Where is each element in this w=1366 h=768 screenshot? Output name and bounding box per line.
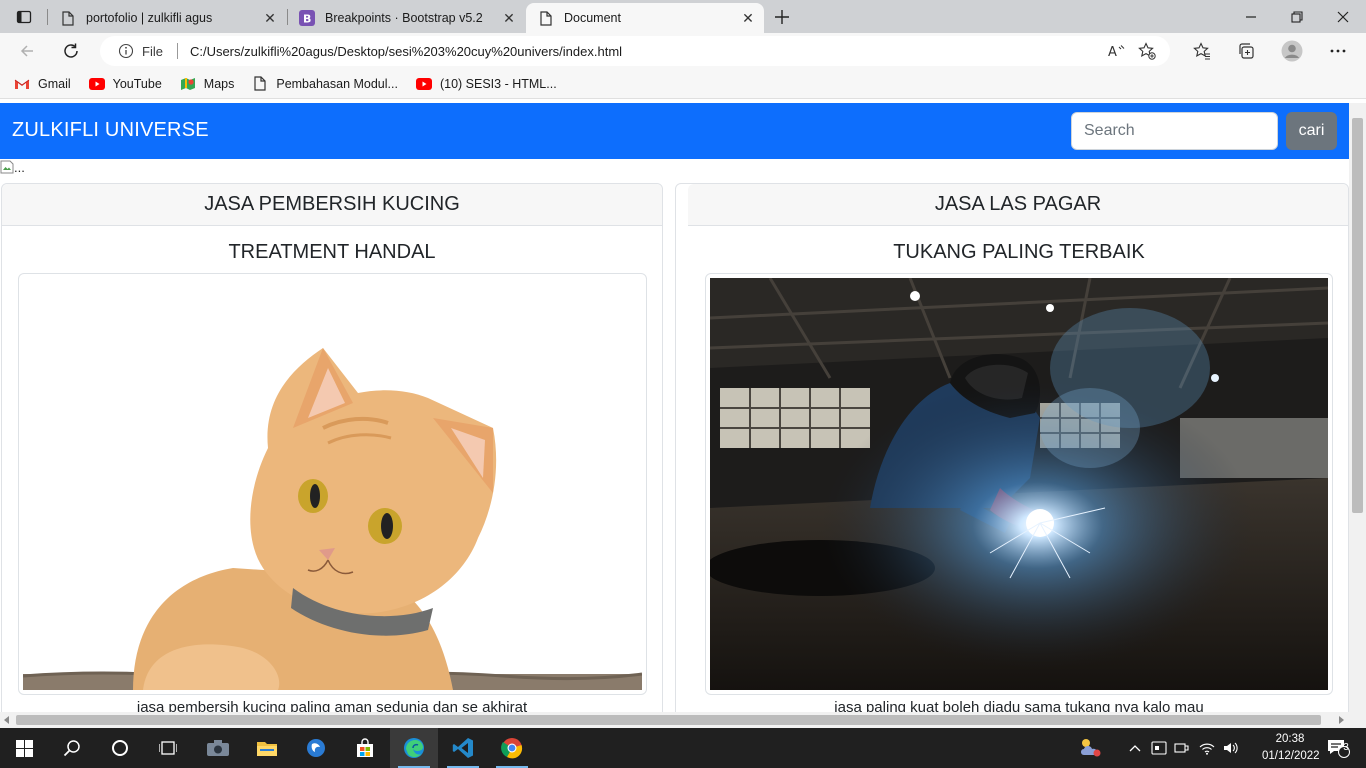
- tab-portofolio[interactable]: portofolio | zulkifli agus ✕: [48, 3, 286, 33]
- microsoft-store-icon[interactable]: [341, 728, 389, 768]
- page-icon: [538, 10, 554, 26]
- bookmark-label: Maps: [203, 76, 235, 91]
- vscode-icon[interactable]: [439, 728, 487, 768]
- notification-count: 3: [1343, 742, 1349, 753]
- back-icon[interactable]: [12, 37, 42, 65]
- youtube-icon: [415, 76, 432, 92]
- info-icon[interactable]: [118, 43, 134, 59]
- broken-image-alt: ...: [14, 160, 25, 175]
- close-tab-icon[interactable]: ✕: [258, 6, 282, 30]
- page-icon: [60, 10, 76, 26]
- scrollbar-thumb[interactable]: [16, 715, 1321, 725]
- card-text: jasa paling kuat boleh diadu sama tukang…: [834, 699, 1204, 712]
- restore-icon[interactable]: [1274, 0, 1320, 33]
- scroll-left-icon[interactable]: [4, 716, 10, 724]
- start-icon[interactable]: [0, 728, 48, 768]
- card-header: JASA PEMBERSIH KUCING: [2, 184, 662, 226]
- add-favorite-icon[interactable]: [1132, 37, 1162, 65]
- horizontal-scrollbar[interactable]: [0, 712, 1349, 728]
- read-aloud-icon[interactable]: A: [1102, 37, 1132, 65]
- bookmark-label: YouTube: [112, 76, 162, 91]
- browser-tab-bar: portofolio | zulkifli agus ✕ B Breakpoin…: [0, 0, 1366, 33]
- navbar-brand[interactable]: ZULKIFLI UNIVERSE: [12, 119, 209, 142]
- chrome-icon[interactable]: [488, 728, 536, 768]
- tab-document[interactable]: Document ✕: [526, 3, 764, 33]
- clock-date: 01/12/2022: [1262, 750, 1320, 762]
- bookmark-pembahasan[interactable]: Pembahasan Modul...: [252, 76, 398, 92]
- cortana-icon[interactable]: [96, 728, 144, 768]
- minimize-icon[interactable]: [1228, 0, 1274, 33]
- card-title: TREATMENT HANDAL: [228, 241, 436, 263]
- volume-icon[interactable]: [1220, 728, 1242, 768]
- search-button[interactable]: cari: [1286, 112, 1337, 150]
- broken-image: ...: [0, 160, 25, 175]
- search-icon[interactable]: [48, 728, 96, 768]
- gmail-icon: [14, 76, 30, 92]
- close-tab-icon[interactable]: ✕: [497, 6, 521, 30]
- more-menu-icon[interactable]: [1322, 37, 1354, 65]
- bookmark-maps[interactable]: Maps: [180, 76, 235, 92]
- bookmark-label: (10) SESI3 - HTML...: [439, 76, 557, 91]
- vertical-scrollbar[interactable]: [1349, 103, 1366, 712]
- service-card-cat: JASA PEMBERSIH KUCING TREATMENT HANDAL j…: [1, 183, 663, 712]
- notification-center-icon[interactable]: 3: [1318, 728, 1358, 768]
- tab-bootstrap[interactable]: B Breakpoints · Bootstrap v5.2 ✕: [287, 3, 525, 33]
- collections-icon[interactable]: [1230, 37, 1262, 65]
- close-window-icon[interactable]: [1320, 0, 1366, 33]
- clock-time: 20:38: [1275, 733, 1305, 745]
- hardware-tray-icon[interactable]: [1149, 728, 1169, 768]
- battery-icon[interactable]: [1172, 728, 1192, 768]
- file-explorer-icon[interactable]: [243, 728, 291, 768]
- bookmark-gmail[interactable]: Gmail: [14, 76, 71, 92]
- search-input[interactable]: [1071, 112, 1278, 150]
- tab-actions-icon[interactable]: [8, 4, 40, 29]
- bookmark-label: Gmail: [38, 76, 71, 91]
- welder-photo: [705, 273, 1333, 695]
- svg-text:A: A: [1108, 45, 1117, 59]
- profile-avatar-icon[interactable]: [1276, 37, 1308, 65]
- svg-text:B: B: [303, 13, 311, 26]
- maps-icon: [180, 76, 196, 92]
- service-card-welding: JASA LAS PAGAR TUKANG PALING TERBAIK jas…: [675, 183, 1349, 712]
- scroll-right-icon[interactable]: [1338, 716, 1344, 724]
- card-header: JASA LAS PAGAR: [688, 184, 1348, 226]
- tab-title: Document: [564, 11, 621, 25]
- tab-title: Breakpoints · Bootstrap v5.2: [325, 11, 483, 25]
- page-icon: [252, 76, 268, 92]
- orange-cat-photo: [18, 273, 647, 695]
- windows-taskbar: 20:38 01/12/2022 3: [0, 728, 1366, 768]
- address-toolbar: File C:/Users/zulkifli%20agus/Desktop/se…: [0, 33, 1366, 69]
- page-viewport: ZULKIFLI UNIVERSE cari ... JASA PEMBERSI…: [0, 103, 1349, 712]
- new-tab-icon[interactable]: [768, 4, 796, 29]
- site-navbar: ZULKIFLI UNIVERSE cari: [0, 103, 1349, 159]
- weather-icon[interactable]: [1075, 728, 1107, 768]
- close-tab-icon[interactable]: ✕: [736, 6, 760, 30]
- edge-browser-icon[interactable]: [390, 728, 438, 768]
- scrollbar-thumb[interactable]: [1352, 118, 1363, 513]
- wifi-icon[interactable]: [1196, 728, 1218, 768]
- bookmark-sesi3[interactable]: (10) SESI3 - HTML...: [415, 76, 557, 92]
- show-hidden-icons-icon[interactable]: [1125, 728, 1145, 768]
- broken-image-icon: [0, 160, 14, 174]
- card-text: jasa pembersih kucing paling aman seduni…: [136, 699, 528, 712]
- refresh-icon[interactable]: [56, 37, 86, 65]
- scheme-label: File: [142, 43, 163, 59]
- phone-link-icon[interactable]: [292, 728, 340, 768]
- bootstrap-icon: B: [299, 10, 315, 26]
- card-title: TUKANG PALING TERBAIK: [893, 241, 1145, 263]
- tab-title: portofolio | zulkifli agus: [86, 11, 213, 25]
- camera-app-icon[interactable]: [194, 728, 242, 768]
- bookmarks-bar: Gmail YouTube Maps Pembahasan Modul... (…: [0, 69, 1366, 99]
- system-clock[interactable]: 20:38 01/12/2022: [1262, 731, 1320, 765]
- url-text[interactable]: C:/Users/zulkifli%20agus/Desktop/sesi%20…: [190, 44, 1102, 59]
- bookmark-label: Pembahasan Modul...: [276, 76, 398, 91]
- bookmark-youtube[interactable]: YouTube: [88, 76, 162, 92]
- divider: [176, 43, 178, 59]
- address-bar[interactable]: File C:/Users/zulkifli%20agus/Desktop/se…: [100, 36, 1170, 66]
- task-view-icon[interactable]: [144, 728, 192, 768]
- scrollbar-corner: [1349, 712, 1366, 728]
- favorites-icon[interactable]: [1186, 37, 1218, 65]
- youtube-icon: [88, 76, 105, 92]
